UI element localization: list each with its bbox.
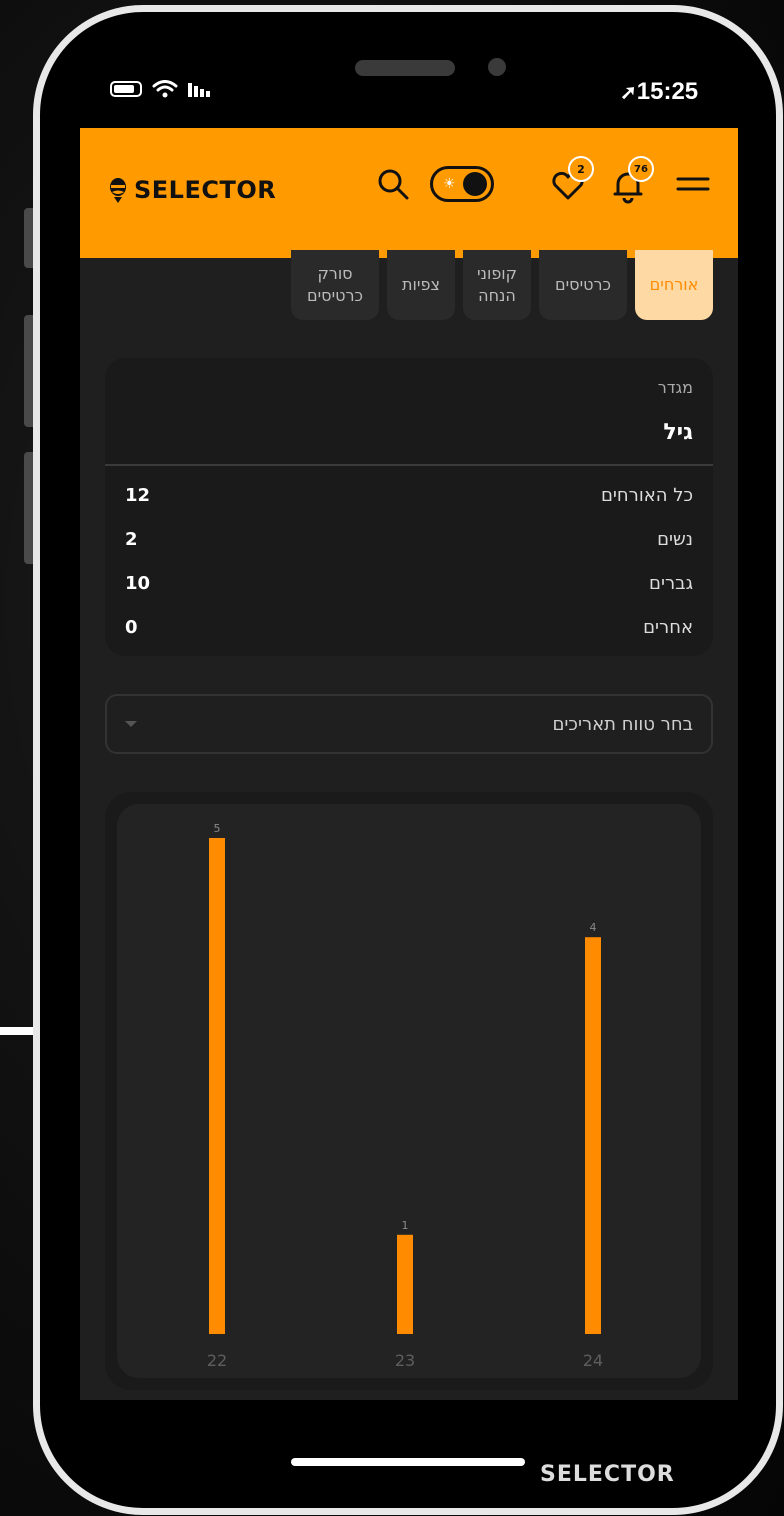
stat-label: אחרים — [643, 616, 693, 638]
brand-name: SELECTOR — [134, 176, 277, 204]
tab-label: צפיות — [402, 274, 440, 294]
signal-icon — [188, 81, 210, 97]
tab-tickets[interactable]: כרטיסים — [539, 250, 627, 320]
time-text: 15:25 — [636, 78, 699, 105]
mustache-man-icon — [110, 178, 126, 203]
battery-icon — [110, 81, 142, 97]
stat-row: נשים 2 — [125, 524, 693, 554]
notifications-badge: 76 — [628, 156, 654, 182]
toggle-knob — [463, 172, 487, 196]
favorites-button[interactable]: 2 — [548, 156, 594, 204]
home-indicator[interactable] — [291, 1458, 525, 1466]
notifications-button[interactable]: 76 — [608, 156, 654, 204]
app-header: SELECTOR ☀ 2 76 — [80, 128, 738, 258]
bar-value-label: 5 — [214, 822, 221, 835]
status-icons — [110, 80, 210, 98]
stat-row: אחרים 0 — [125, 612, 693, 642]
stat-value: 0 — [125, 616, 138, 638]
front-camera — [488, 58, 506, 76]
footer-brand: SELECTOR — [540, 1462, 675, 1482]
tab-ticket-scanner[interactable]: סורק כרטיסים — [291, 250, 379, 320]
bar-value-label: 1 — [402, 1219, 409, 1232]
brand-logo[interactable]: SELECTOR — [108, 176, 276, 204]
main-content: אורחים כרטיסים קופוני הנחה צפיות סורק כר… — [80, 250, 738, 1400]
x-tick-label: 23 — [395, 1351, 415, 1370]
chart-bar — [397, 1234, 413, 1334]
bar-value-label: 4 — [590, 921, 597, 934]
date-range-select[interactable]: בחר טווח תאריכים — [105, 694, 713, 754]
location-arrow-icon: ➚ — [620, 82, 637, 104]
stat-label: נשים — [657, 528, 693, 550]
favorites-badge: 2 — [568, 156, 594, 182]
menu-icon[interactable] — [676, 172, 710, 196]
stat-value: 10 — [125, 572, 151, 594]
chart-area: 5 22 1 23 4 24 — [117, 804, 701, 1378]
tab-bar: אורחים כרטיסים קופוני הנחה צפיות סורק כר… — [291, 250, 713, 320]
tab-coupons[interactable]: קופוני הנחה — [463, 250, 531, 320]
tab-label: כרטיסים — [554, 274, 612, 294]
tab-label: סורק כרטיסים — [306, 263, 364, 305]
stat-value: 12 — [125, 484, 151, 506]
search-icon[interactable] — [376, 167, 410, 201]
x-tick-label: 24 — [583, 1351, 603, 1370]
stat-label: גברים — [649, 572, 693, 594]
card-subtitle: מגדר — [657, 378, 693, 397]
x-tick-label: 22 — [207, 1351, 227, 1370]
tab-label: אורחים — [649, 274, 699, 294]
stat-value: 2 — [125, 528, 138, 550]
chevron-down-icon — [125, 721, 137, 727]
summary-card: מגדר גיל כל האורחים 12 נשים 2 גברים 10 א… — [105, 358, 713, 656]
header-actions: ☀ 2 76 — [376, 156, 710, 204]
tab-views[interactable]: צפיות — [387, 250, 455, 320]
speaker-pill — [355, 60, 455, 76]
wifi-icon — [152, 80, 178, 98]
theme-toggle[interactable]: ☀ — [430, 166, 494, 202]
status-time: ➚15:25 — [620, 78, 698, 106]
stat-row: כל האורחים 12 — [125, 480, 693, 510]
divider — [105, 464, 713, 466]
tab-guests[interactable]: אורחים — [635, 250, 713, 320]
stat-row: גברים 10 — [125, 568, 693, 598]
date-range-placeholder: בחר טווח תאריכים — [552, 713, 693, 735]
chart-bar — [585, 937, 601, 1334]
chart-bar — [209, 838, 225, 1334]
bar-chart: 5 22 1 23 4 24 — [207, 822, 603, 1370]
sun-icon: ☀ — [443, 176, 456, 192]
chart-card: 5 22 1 23 4 24 — [105, 792, 713, 1390]
stat-label: כל האורחים — [600, 484, 693, 506]
card-title: גיל — [663, 420, 693, 445]
tab-label: קופוני הנחה — [476, 263, 518, 305]
